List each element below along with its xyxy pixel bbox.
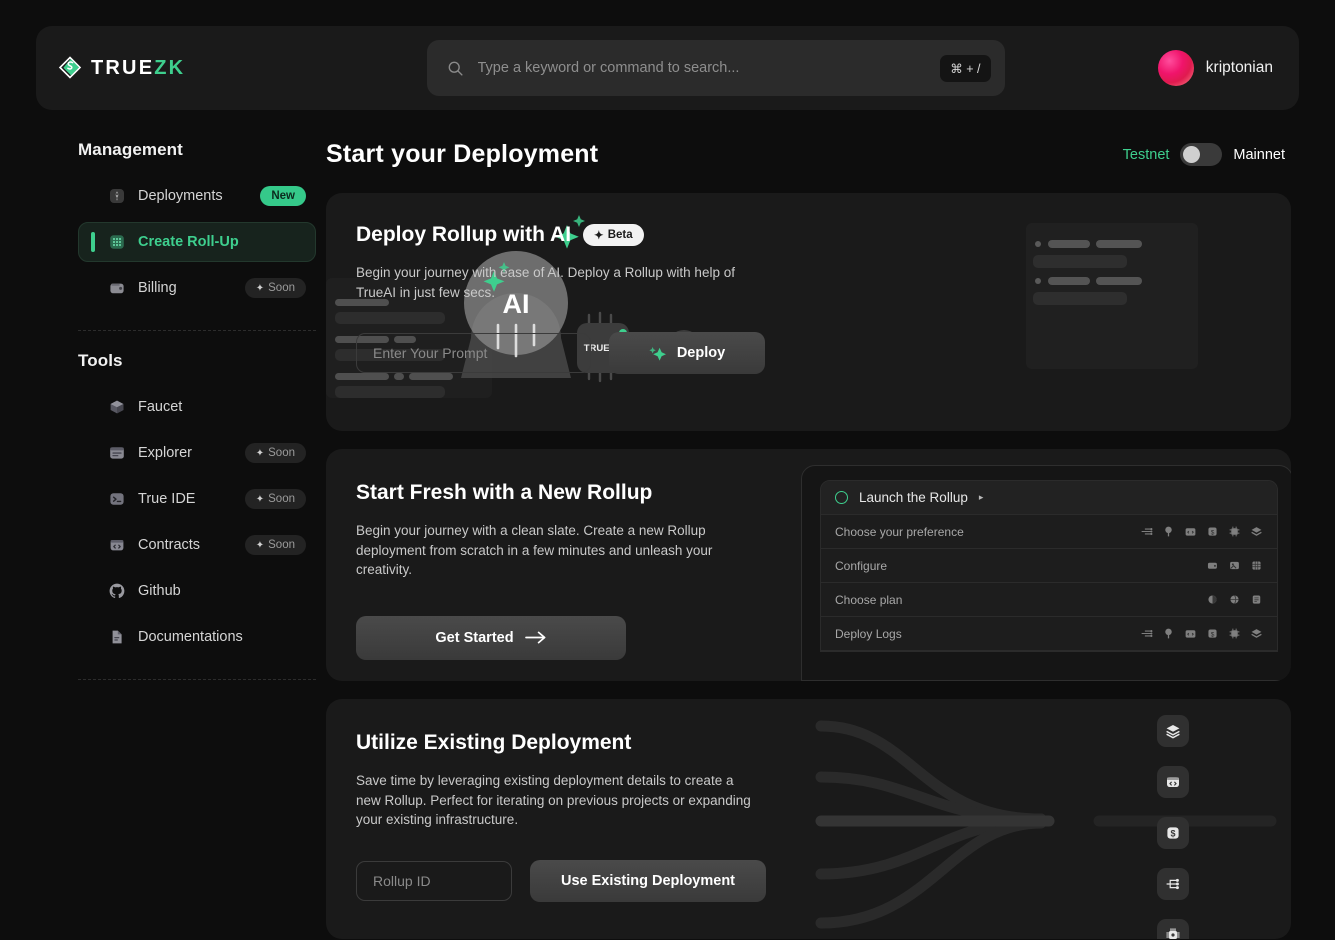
card-title-text: Deploy Rollup with AI [356, 223, 572, 246]
sidebar-item-faucet[interactable]: Faucet [78, 387, 316, 427]
sidebar-section-title-tools: Tools [78, 351, 123, 370]
contract-code-icon [108, 536, 126, 554]
grid-layers-icon [108, 233, 126, 251]
network-label-testnet: Testnet [1122, 146, 1170, 163]
status-badge-soon: ✦ Soon [244, 278, 306, 298]
sparkle-icon: ✦ [255, 493, 265, 505]
github-icon [108, 582, 126, 600]
document-icon [108, 628, 126, 646]
rollup-id-input[interactable] [356, 860, 512, 901]
sparkle-icon [649, 346, 666, 361]
cube-icon [108, 398, 126, 416]
sidebar-item-explorer[interactable]: Explorer ✦ Soon [78, 433, 316, 473]
brand-name: TRUEZK [91, 56, 186, 79]
card-start-fresh-new-rollup: Launch the Rollup ▸ Choose your preferen… [326, 449, 1291, 681]
main-header: Start your Deployment Testnet Mainnet [326, 140, 1291, 169]
deploy-button-label: Deploy [676, 345, 726, 362]
beta-badge: ✦ Beta [583, 224, 644, 246]
status-badge-soon: ✦ Soon [244, 443, 306, 463]
beta-badge-label: Beta [607, 229, 633, 241]
badge-label: Soon [268, 282, 295, 294]
sidebar-section-title-management: Management [78, 140, 183, 159]
sidebar-item-billing[interactable]: Billing ✦ Soon [78, 268, 316, 308]
get-started-button[interactable]: Get Started [356, 615, 626, 660]
main-content: Start your Deployment Testnet Mainnet AI… [326, 140, 1299, 940]
sidebar-divider-2 [78, 679, 316, 680]
search-input[interactable] [477, 60, 927, 76]
sidebar-item-github[interactable]: Github [78, 571, 316, 611]
browser-icon [108, 444, 126, 462]
card-deploy-rollup-with-ai: AI TRUE-AI Deploy Rollup with AI ✦ Beta … [326, 193, 1291, 431]
card-description: Begin your journey with a clean slate. C… [356, 523, 713, 578]
sidebar: Management Deployments New Create Roll-U… [36, 140, 326, 940]
network-label-mainnet: Mainnet [1233, 146, 1285, 163]
card-title-text: Utilize Existing Deployment [356, 731, 632, 754]
active-indicator-bar [91, 232, 95, 252]
sidebar-item-deployments[interactable]: Deployments New [78, 176, 316, 216]
card-title-text: Start Fresh with a New Rollup [356, 481, 653, 504]
sparkle-icon: ✦ [255, 282, 265, 294]
card-body: Start Fresh with a New Rollup Begin your… [326, 449, 1291, 681]
avatar [1157, 50, 1194, 86]
card-title: Start Fresh with a New Rollup [356, 481, 1261, 505]
use-existing-deployment-button-label: Use Existing Deployment [560, 872, 736, 889]
sidebar-item-contracts[interactable]: Contracts ✦ Soon [78, 525, 316, 565]
search-bar[interactable]: ⌘ + / [426, 40, 1005, 96]
sidebar-item-label: Documentations [138, 629, 243, 645]
sidebar-item-documentations[interactable]: Documentations [78, 617, 316, 657]
get-started-button-label: Get Started [435, 629, 514, 646]
network-toggle[interactable] [1180, 143, 1223, 166]
brand-logo[interactable]: TRUEZK [58, 56, 358, 80]
card-body: Deploy Rollup with AI ✦ Beta Begin your … [326, 193, 1291, 404]
rocket-icon [108, 187, 126, 205]
sidebar-item-create-roll-up[interactable]: Create Roll-Up [78, 222, 316, 262]
sidebar-item-label: Billing [138, 280, 177, 296]
sidebar-item-label: Deployments [138, 188, 223, 204]
search-area: ⌘ + / [378, 40, 1053, 96]
sidebar-item-label: Explorer [138, 445, 192, 461]
user-profile[interactable]: kriptonian [1073, 50, 1273, 86]
badge-label: Soon [268, 493, 295, 505]
sidebar-item-label: Contracts [138, 537, 201, 553]
prompt-input[interactable] [356, 333, 591, 374]
badge-label: Soon [268, 539, 295, 551]
sparkle-icon: ✦ [255, 539, 265, 551]
search-icon [447, 60, 464, 77]
truezk-diamond-logo-icon [58, 56, 82, 80]
network-switch[interactable]: Testnet Mainnet [1123, 143, 1285, 166]
page-title: Start your Deployment [326, 140, 599, 168]
use-existing-deployment-button[interactable]: Use Existing Deployment [530, 859, 766, 902]
terminal-icon [108, 490, 126, 508]
toggle-knob [1183, 146, 1201, 163]
card-title: Utilize Existing Deployment [356, 731, 1261, 755]
card-actions: Deploy [356, 332, 1261, 375]
search-shortcut-badge: ⌘ + / [940, 54, 991, 82]
top-bar: TRUEZK ⌘ + / kriptonian [36, 26, 1299, 110]
sidebar-item-true-ide[interactable]: True IDE ✦ Soon [78, 479, 316, 519]
page-body: Management Deployments New Create Roll-U… [36, 110, 1299, 940]
status-badge-soon: ✦ Soon [244, 535, 306, 555]
wallet-icon [108, 279, 126, 297]
card-description: Save time by leveraging existing deploym… [356, 773, 751, 828]
sidebar-item-label: Create Roll-Up [138, 234, 239, 250]
app-root: TRUEZK ⌘ + / kriptonian [0, 0, 1335, 940]
status-badge-new: New [260, 186, 306, 206]
card-title: Deploy Rollup with AI ✦ Beta [356, 223, 1261, 247]
card-actions: Use Existing Deployment [356, 859, 1261, 902]
card-description: Begin your journey with ease of AI. Depl… [356, 265, 735, 300]
card-utilize-existing-deployment: $ Utilize Existing Deployment Save time … [326, 699, 1291, 939]
badge-label: Soon [268, 447, 295, 459]
sidebar-item-label: Faucet [138, 399, 183, 415]
card-body: Utilize Existing Deployment Save time by… [326, 699, 1291, 932]
sidebar-item-label: Github [138, 583, 181, 599]
arrow-right-icon [524, 631, 546, 644]
sidebar-divider-1 [78, 330, 316, 331]
deploy-button[interactable]: Deploy [609, 332, 765, 375]
username-label: kriptonian [1205, 59, 1273, 76]
sidebar-item-label: True IDE [138, 491, 196, 507]
status-badge-soon: ✦ Soon [244, 489, 306, 509]
sparkle-icon: ✦ [594, 230, 604, 242]
sparkle-icon: ✦ [255, 447, 265, 459]
